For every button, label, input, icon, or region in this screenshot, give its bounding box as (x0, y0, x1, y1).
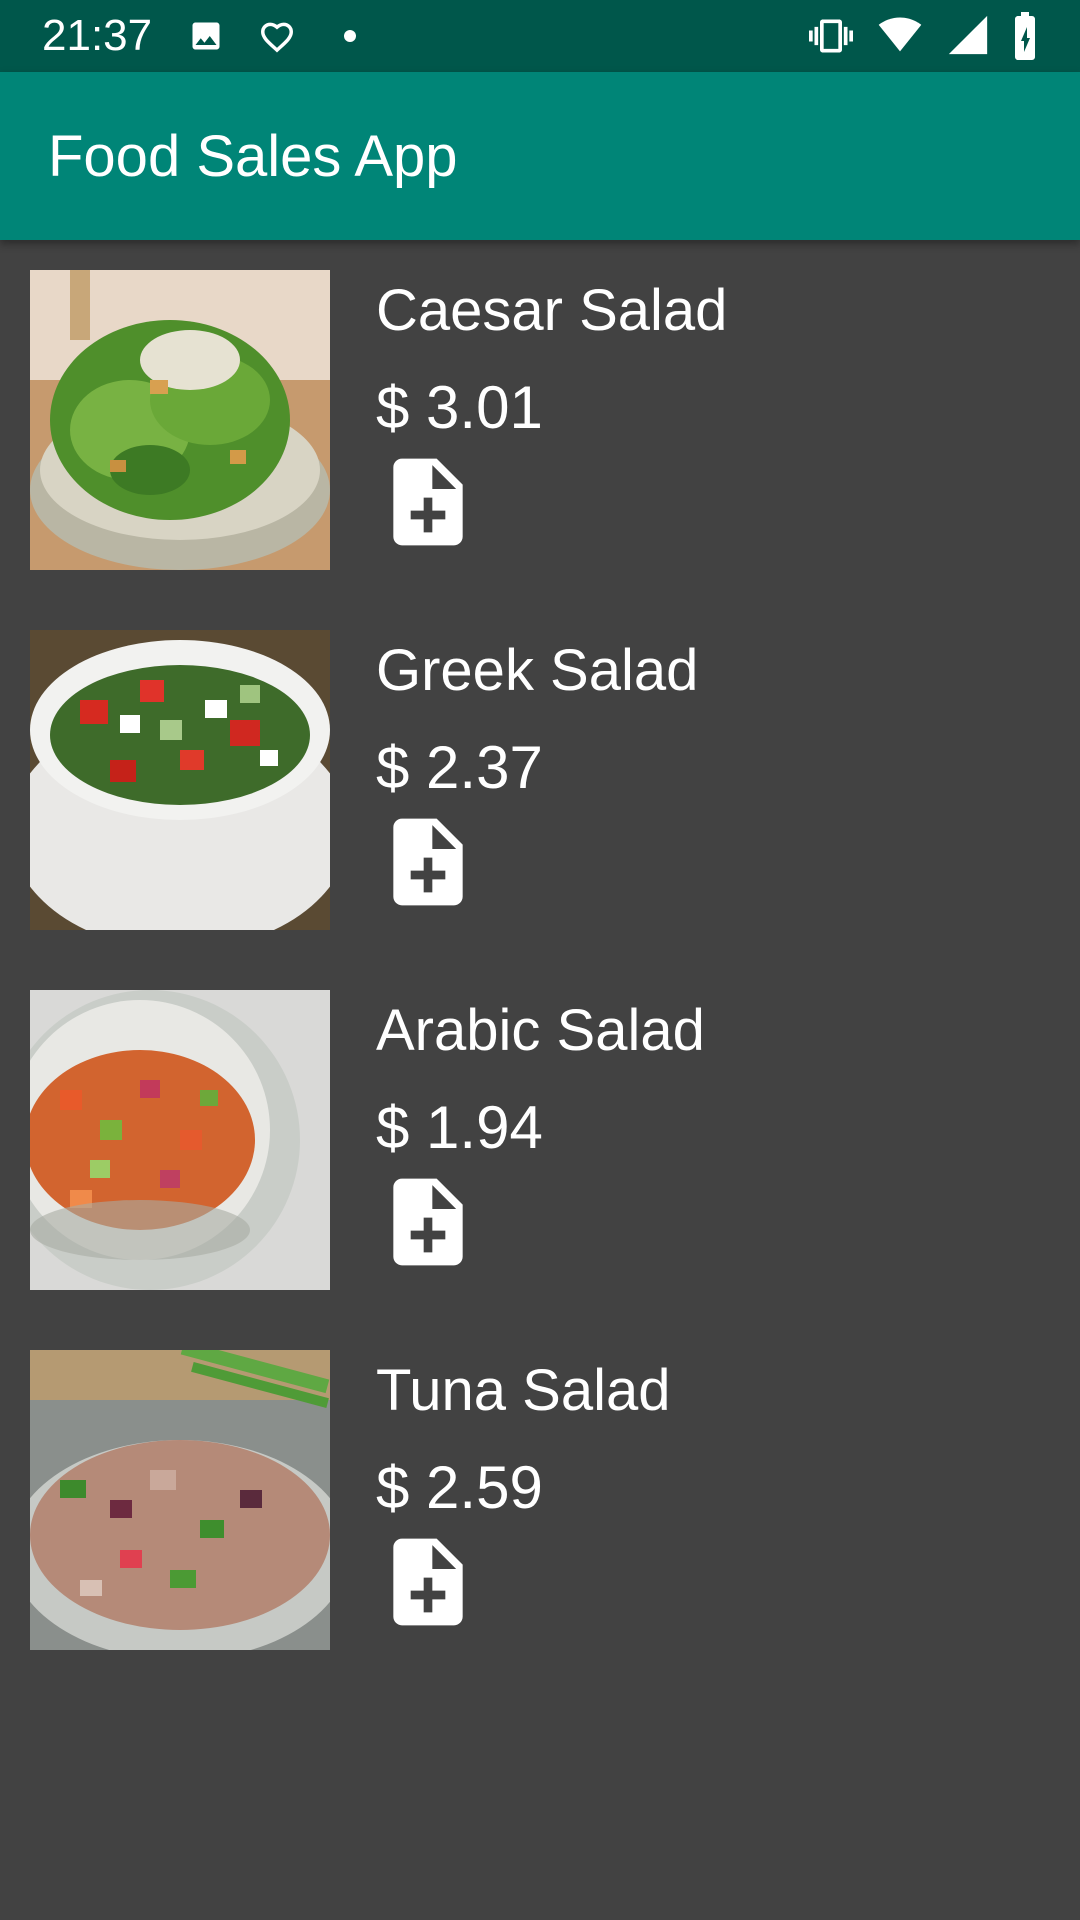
tuna-salad-photo (30, 1350, 330, 1650)
wifi-icon (878, 17, 922, 52)
app-title: Food Sales App (48, 124, 458, 189)
arabic-salad-photo (30, 990, 330, 1290)
item-name: Caesar Salad (376, 278, 728, 343)
add-document-icon[interactable] (376, 1530, 480, 1634)
app-bar: Food Sales App (0, 72, 1080, 240)
list-item: Tuna Salad $ 2.59 (0, 1320, 1080, 1680)
item-name: Arabic Salad (376, 998, 705, 1063)
battery-charging-icon (1015, 12, 1035, 60)
add-document-icon[interactable] (376, 810, 480, 914)
vibrate-icon (809, 19, 853, 53)
item-name: Greek Salad (376, 638, 699, 703)
add-document-icon[interactable] (376, 450, 480, 554)
signal-icon (948, 15, 988, 55)
item-price: $ 3.01 (376, 374, 543, 441)
item-price: $ 1.94 (376, 1094, 543, 1161)
item-name: Tuna Salad (376, 1358, 671, 1423)
list-item: Arabic Salad $ 1.94 (0, 960, 1080, 1320)
item-price: $ 2.37 (376, 734, 543, 801)
add-document-icon[interactable] (376, 1170, 480, 1274)
caesar-salad-photo (30, 270, 330, 570)
image-icon (192, 22, 220, 50)
heart-icon (261, 22, 293, 53)
dot-icon (344, 30, 356, 42)
list-item: Caesar Salad $ 3.01 (0, 240, 1080, 600)
list-item: Greek Salad $ 2.37 (0, 600, 1080, 960)
status-bar: 21:37 (0, 0, 1080, 72)
status-time: 21:37 (42, 11, 153, 60)
greek-salad-photo (30, 630, 330, 930)
item-price: $ 2.59 (376, 1454, 543, 1521)
